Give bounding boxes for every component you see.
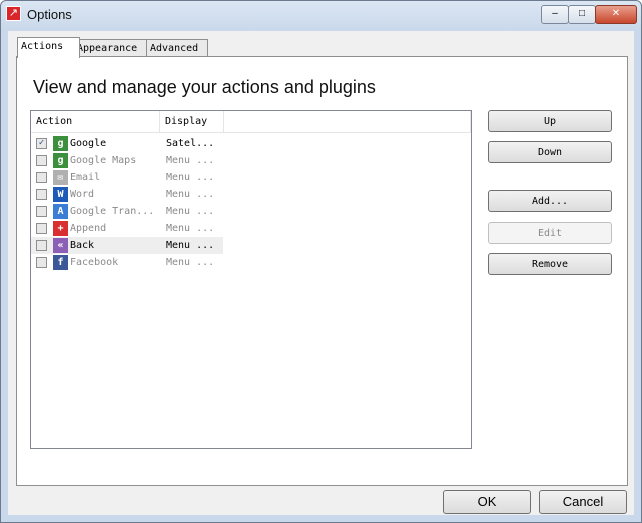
- remove-button[interactable]: Remove: [488, 253, 612, 275]
- checkbox[interactable]: [36, 155, 47, 166]
- tab-appearance[interactable]: Appearance: [73, 39, 148, 57]
- app-icon: ↗: [6, 6, 21, 21]
- up-button[interactable]: Up: [488, 110, 612, 132]
- list-item[interactable]: W Word Menu ...: [31, 186, 223, 203]
- list-item[interactable]: A Google Tran... Menu ...: [31, 203, 223, 220]
- checkbox[interactable]: [36, 240, 47, 251]
- checkbox[interactable]: [36, 257, 47, 268]
- google-icon: g: [53, 136, 68, 151]
- down-button[interactable]: Down: [488, 141, 612, 163]
- action-name: Google Maps: [70, 155, 137, 166]
- action-name: Google Tran...: [70, 206, 155, 217]
- tab-advanced[interactable]: Advanced: [146, 39, 208, 57]
- actions-list[interactable]: Action Display ✓ g Google Satel... g Goo…: [30, 110, 472, 449]
- facebook-icon: f: [53, 255, 68, 270]
- column-header-action[interactable]: Action: [31, 111, 160, 133]
- display-value: Menu ...: [166, 257, 215, 268]
- minimize-button[interactable]: –: [541, 5, 569, 24]
- checkbox[interactable]: [36, 189, 47, 200]
- action-name: Back: [70, 240, 95, 251]
- display-value: Menu ...: [166, 206, 215, 217]
- list-item[interactable]: f Facebook Menu ...: [31, 254, 223, 271]
- list-item[interactable]: ✉ Email Menu ...: [31, 169, 223, 186]
- display-value: Menu ...: [166, 189, 215, 200]
- checkbox[interactable]: [36, 206, 47, 217]
- maximize-button[interactable]: □: [568, 5, 596, 24]
- close-button[interactable]: ✕: [595, 5, 637, 24]
- add-button[interactable]: Add...: [488, 190, 612, 212]
- list-item[interactable]: « Back Menu ...: [31, 237, 223, 254]
- cancel-button[interactable]: Cancel: [539, 490, 627, 514]
- display-value: Menu ...: [166, 155, 215, 166]
- action-name: Email: [70, 172, 101, 183]
- client-area: Actions Appearance Advanced View and man…: [8, 31, 634, 515]
- tab-actions[interactable]: Actions: [17, 37, 80, 58]
- column-header-display[interactable]: Display: [160, 111, 224, 133]
- list-item[interactable]: g Google Maps Menu ...: [31, 152, 223, 169]
- page-title: View and manage your actions and plugins: [33, 77, 376, 97]
- actions-panel: View and manage your actions and plugins…: [16, 56, 628, 486]
- email-icon: ✉: [53, 170, 68, 185]
- action-name: Facebook: [70, 257, 119, 268]
- action-name: Word: [70, 189, 95, 200]
- options-window: ↗ Options – □ ✕ Actions Appearance Advan…: [0, 0, 642, 523]
- word-icon: W: [53, 187, 68, 202]
- checkbox[interactable]: [36, 172, 47, 183]
- action-name: Append: [70, 223, 107, 234]
- back-icon: «: [53, 238, 68, 253]
- edit-button[interactable]: Edit: [488, 222, 612, 244]
- google-maps-icon: g: [53, 153, 68, 168]
- display-value: Satel...: [166, 138, 215, 149]
- action-name: Google: [70, 138, 107, 149]
- google-translate-icon: A: [53, 204, 68, 219]
- column-header-filler: [224, 111, 471, 133]
- ok-button[interactable]: OK: [443, 490, 531, 514]
- checkbox[interactable]: [36, 223, 47, 234]
- append-icon: +: [53, 221, 68, 236]
- checkbox[interactable]: ✓: [36, 138, 47, 149]
- display-value: Menu ...: [166, 240, 215, 251]
- display-value: Menu ...: [166, 172, 215, 183]
- list-item[interactable]: + Append Menu ...: [31, 220, 223, 237]
- list-item[interactable]: ✓ g Google Satel...: [31, 135, 223, 152]
- display-value: Menu ...: [166, 223, 215, 234]
- window-title: Options: [27, 7, 72, 22]
